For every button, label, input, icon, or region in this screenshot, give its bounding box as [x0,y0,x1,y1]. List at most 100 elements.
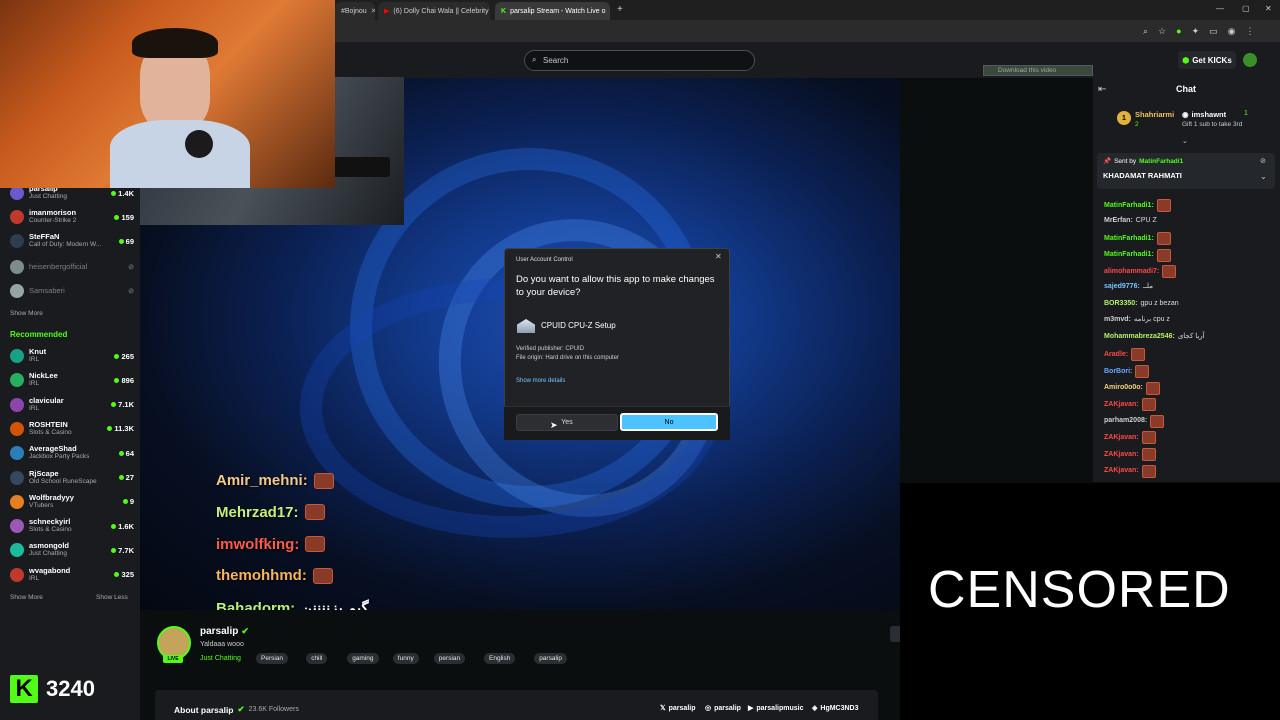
chat-username[interactable]: ZAKjavan: [1104,433,1139,443]
chat-username[interactable]: sajed9776: [1104,282,1140,292]
user-avatar[interactable] [1243,53,1257,67]
streamer-name[interactable]: parsalip ✔ [200,626,249,637]
stream-tag[interactable]: persian [433,653,466,664]
uac-close-icon[interactable]: ✕ [715,252,722,261]
expand-icon[interactable]: ⌄ [1182,137,1188,145]
puzzle-icon[interactable]: ✦ [1192,26,1200,37]
download-video-button[interactable]: Download this video [983,65,1093,76]
leaderboard-entry[interactable]: ◉ imshawnt [1182,110,1226,119]
viewer-count: 27 [118,473,134,482]
chat-username[interactable]: MatinFarhadi1: [1104,234,1154,244]
new-tab-button[interactable]: + [617,4,623,15]
sidebar-channel-item[interactable]: SteFFaN Call of Duty: Modern W... 69 [10,230,134,252]
chat-username[interactable]: MrErfan: [1104,216,1133,226]
search-input[interactable]: ⌕ Search [524,50,755,71]
chat-message[interactable]: MatinFarhadi1: [1104,248,1171,262]
zoom-icon[interactable]: ⌕ [1143,26,1148,37]
stream-tag[interactable]: parsalip [534,653,567,664]
chat-message[interactable]: Amiro0o0o: [1104,381,1160,395]
sidebar-channel-item[interactable]: NickLee IRL 896 [10,369,134,391]
chat-message[interactable]: Mohammabreza2546: آریا کجای [1104,332,1205,342]
chat-message[interactable]: sajed9776: ملــ [1104,282,1153,292]
chat-message[interactable]: ZAKjavan: [1104,448,1156,461]
sidebar-channel-item[interactable]: Wolfbradyyy VTubers 9 [10,491,134,513]
emote-icon [304,504,325,521]
minimize-icon[interactable]: — [1216,4,1224,13]
get-kicks-button[interactable]: ⬢ Get KICKs [1178,51,1236,69]
uac-show-more-link[interactable]: Show more details [516,378,565,384]
chat-username[interactable]: BOR3350: [1104,299,1137,309]
maximize-icon[interactable]: ▢ [1242,4,1250,13]
stream-tag[interactable]: English [484,653,516,664]
chat-username[interactable]: parham2008: [1104,416,1147,426]
chat-username[interactable]: BorBori: [1104,367,1132,377]
chat-username[interactable]: Mohammabreza2546: [1104,332,1175,342]
sidebar-channel-item[interactable]: clavicular IRL 7.1K [10,394,134,416]
stream-tag[interactable]: funny [392,653,419,664]
chat-username[interactable]: alimohammadi7: [1104,267,1159,277]
menu-icon[interactable]: ⋮ [1245,26,1254,37]
sidebar-channel-item[interactable]: asmongold Just Chatting 7.7K [10,539,134,561]
live-dot-icon [118,450,124,456]
chat-message[interactable]: parham2008: [1104,414,1165,428]
chat-message[interactable]: BorBori: [1104,365,1150,378]
chat-username[interactable]: MatinFarhadi1: [1104,250,1154,260]
social-youtube-link[interactable]: ▶ parsalipmusic [748,704,803,713]
viewer-count: 11.3K [107,424,134,433]
social-x-link[interactable]: 𝕏parsalip [660,704,696,713]
sidebar-channel-item[interactable]: wvagabond IRL 325 [10,564,134,586]
close-tab-icon[interactable]: ✕ [371,7,375,15]
chat-username[interactable]: ZAKjavan: [1104,400,1139,410]
stream-tag[interactable]: Persian [256,653,289,664]
overlay-chat-message: Mehrzad17: [216,504,325,521]
chat-message[interactable]: ZAKjavan: [1104,398,1156,412]
emote-icon [313,472,334,489]
uac-yes-button[interactable]: Yes [516,414,618,431]
sidebar-channel-item[interactable]: AverageShad Jackbox Party Packs 64 [10,442,134,464]
chat-username[interactable]: m3mvd: [1104,315,1131,325]
extension-icon[interactable]: ● [1176,26,1181,37]
chat-username[interactable]: Aradle: [1104,350,1128,360]
chat-message[interactable]: m3mvd: برنامه cpu z [1104,315,1170,325]
chat-username[interactable]: ZAKjavan: [1104,450,1139,460]
chevron-down-icon[interactable]: ⌄ [1260,172,1267,181]
sidebar-channel-item[interactable]: schneckyirl Slots & Casino 1.6K [10,515,134,537]
sidebar-channel-item[interactable]: imanmorison Counter-Strike 2 159 [10,206,134,228]
chat-message[interactable]: ZAKjavan: [1104,431,1156,445]
browser-tab[interactable]: #Bojnou ✕ [335,2,375,20]
chat-message[interactable]: ZAKjavan: [1104,464,1156,478]
gift-sub-prompt[interactable]: Gift 1 sub to take 3rd [1182,121,1242,128]
chat-username[interactable]: ZAKjavan: [1104,466,1139,476]
sidebar-channel-item[interactable]: heisenbergofficial ⊘ [10,256,134,278]
social-instagram-link[interactable]: ◎ parsalip [705,704,741,713]
chat-message[interactable]: Aradle: [1104,348,1146,362]
sidebar-channel-item[interactable]: Samsaberi ⊘ [10,280,134,302]
sidebar-channel-item[interactable]: Knut IRL 265 [10,345,134,367]
leaderboard-name[interactable]: Shahriarmi [1135,110,1174,119]
chat-message[interactable]: alimohammadi7: [1104,265,1177,279]
stream-category-link[interactable]: Just Chatting [200,655,241,662]
chat-username[interactable]: Amiro0o0o: [1104,383,1143,393]
profile-icon[interactable]: ◉ [1228,26,1236,37]
chat-message[interactable]: MatinFarhadi1: [1104,199,1171,212]
uac-no-button[interactable]: No [620,413,718,431]
sidebar-channel-item[interactable]: RjScape Old School RuneScape 27 [10,467,134,489]
stream-tag[interactable]: chill [306,653,328,664]
browser-tab-active[interactable]: K parsalip Stream - Watch Live o✕ [495,2,610,20]
show-less-link[interactable]: Show Less [96,594,128,601]
sidebar-channel-item[interactable]: ROSHTEIN Slots & Casino 11.3K [10,418,134,440]
close-window-icon[interactable]: ✕ [1265,4,1272,13]
sidepanel-icon[interactable]: ▭ [1209,26,1218,37]
browser-tab[interactable]: ▶ (6) Dolly Chai Wala || Celebrity✕ [378,2,490,20]
show-more-following-link[interactable]: Show More [10,310,43,317]
chat-message[interactable]: MatinFarhadi1: [1104,232,1171,246]
stream-tag[interactable]: gaming [347,653,379,664]
chat-message[interactable]: BOR3350: gpu z bezan [1104,299,1179,309]
social-discord-link[interactable]: ◈ HgMC3ND3 [812,704,859,713]
chat-username[interactable]: MatinFarhadi1: [1104,201,1154,211]
chat-message[interactable]: MrErfan: CPU Z [1104,216,1157,226]
collapse-chat-icon[interactable]: ⇤ [1098,84,1106,95]
show-more-recommended-link[interactable]: Show More [10,594,43,601]
bookmark-star-icon[interactable]: ☆ [1158,26,1166,37]
unpin-icon[interactable]: ⊘ [1260,157,1266,165]
